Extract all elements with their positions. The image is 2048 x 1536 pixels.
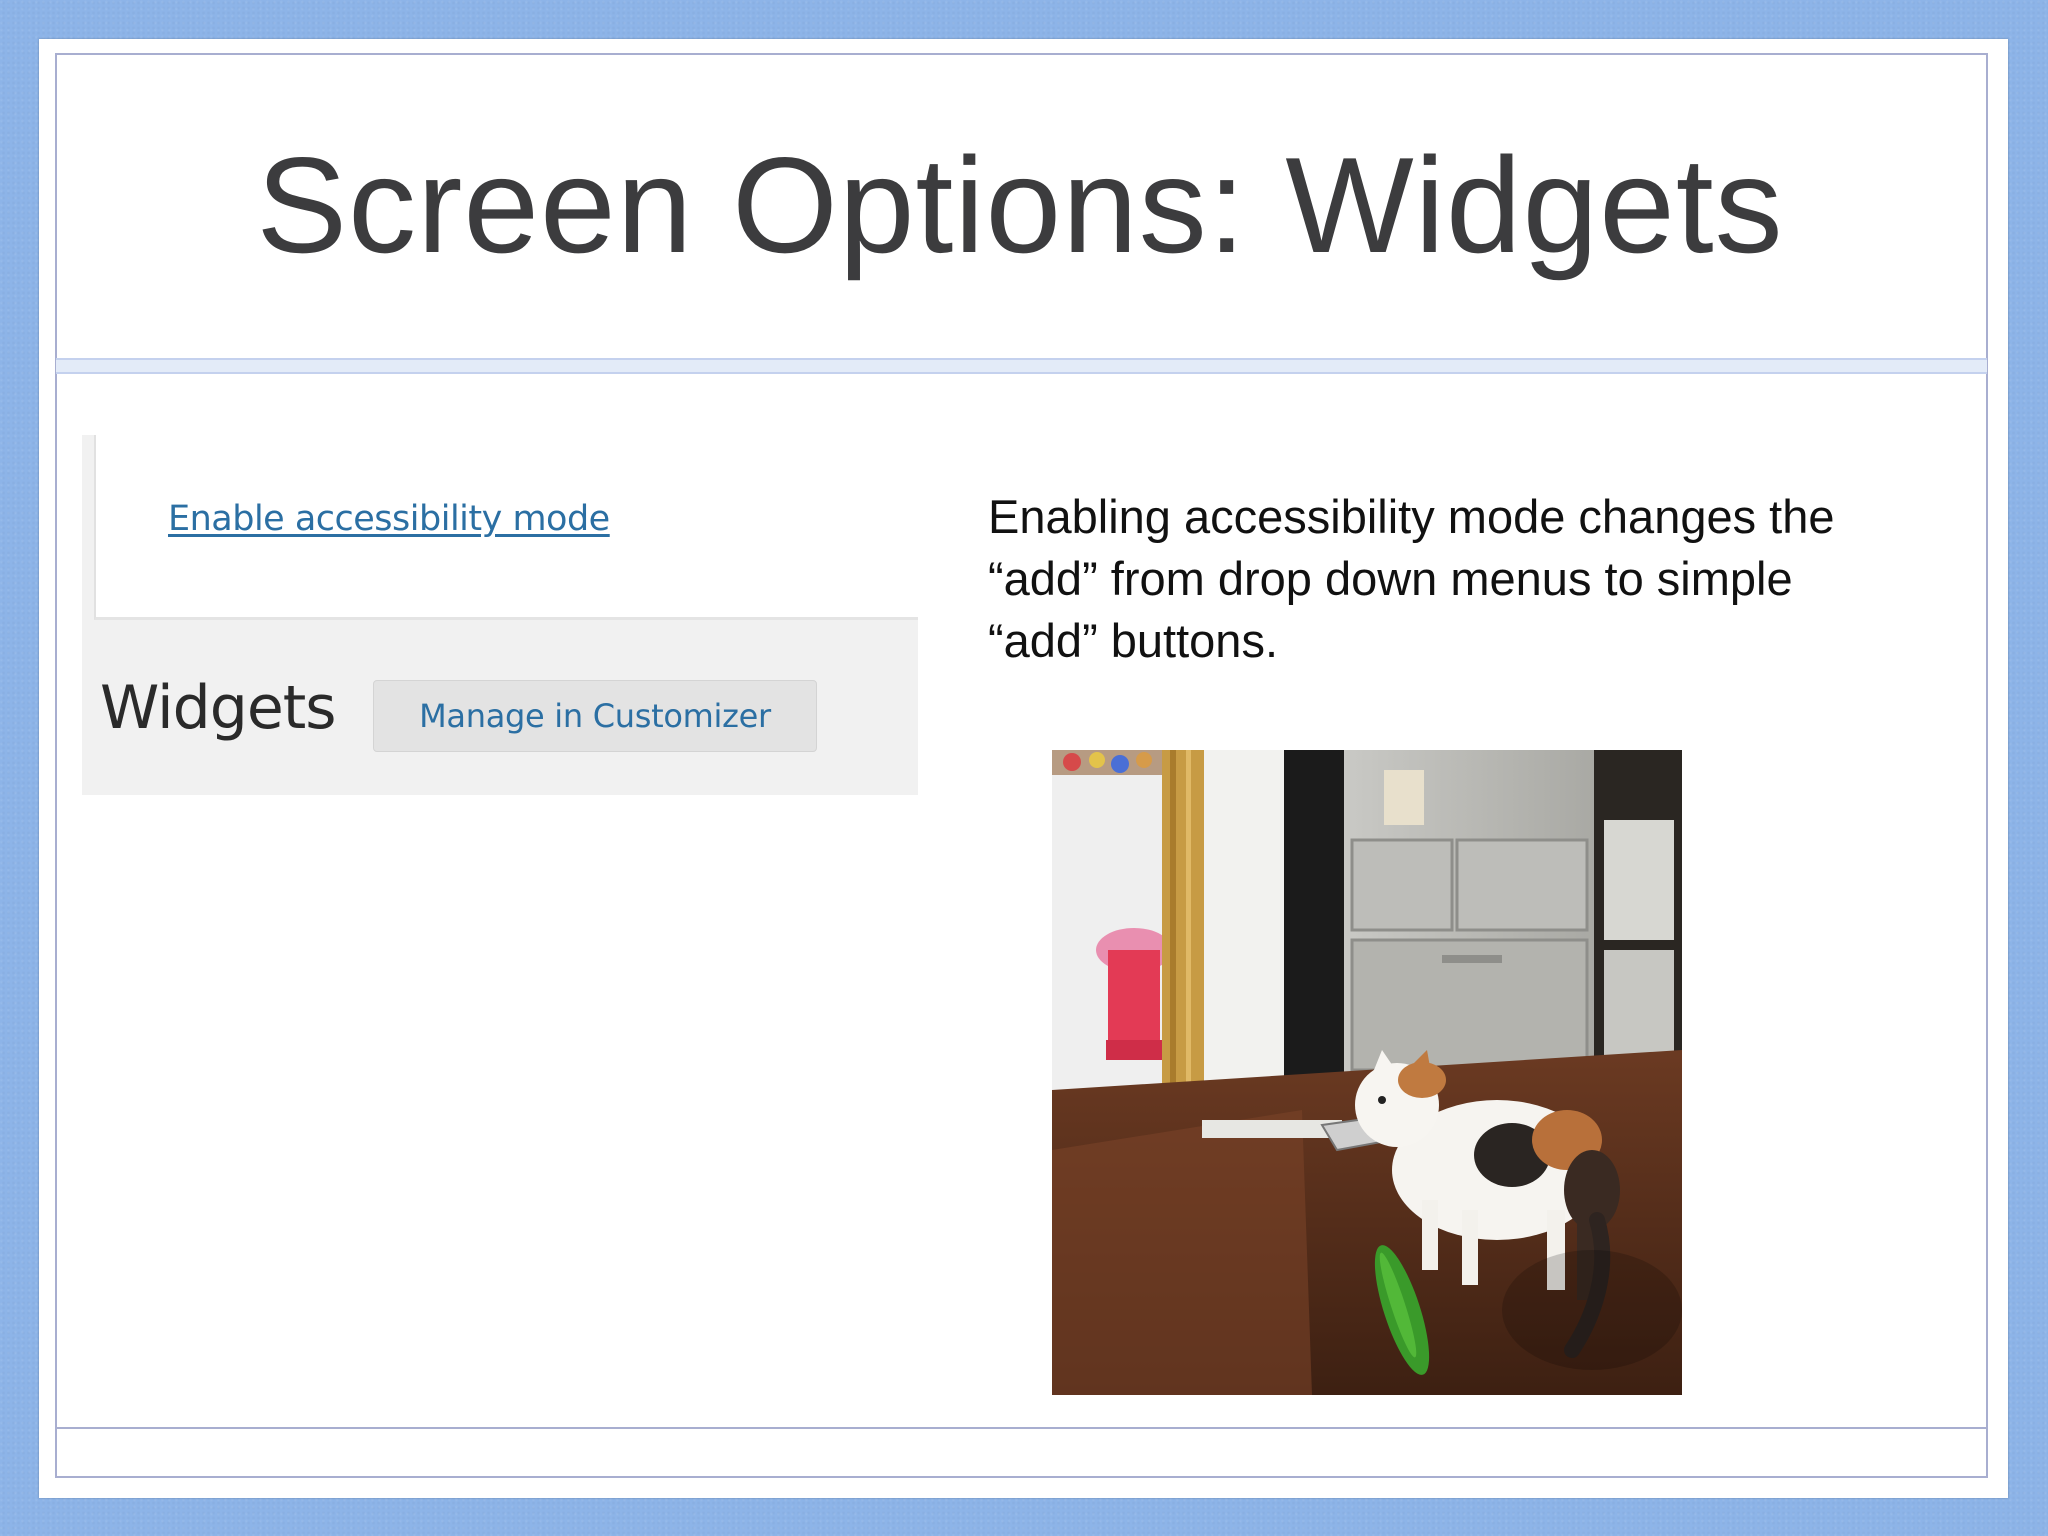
wp-admin-screenshot: Enable accessibility mode Widgets Manage… — [82, 435, 918, 795]
photo-illustration — [1052, 750, 1682, 1395]
title-divider — [56, 358, 1987, 374]
footer-divider — [56, 1427, 1987, 1429]
enable-accessibility-mode-link[interactable]: Enable accessibility mode — [168, 499, 610, 539]
description-line-2: “add” from drop down menus to simple — [988, 552, 1793, 605]
screen-options-panel: Enable accessibility mode — [94, 435, 918, 620]
description-line-3: “add” buttons. — [988, 614, 1279, 667]
description-text: Enabling accessibility mode changes the … — [988, 486, 1948, 672]
description-line-1: Enabling accessibility mode changes the — [988, 490, 1835, 543]
cat-cucumber-photo — [1052, 750, 1682, 1395]
manage-in-customizer-button[interactable]: Manage in Customizer — [373, 680, 817, 752]
widgets-heading: Widgets — [100, 673, 337, 743]
slide-title: Screen Options: Widgets — [256, 129, 1784, 281]
